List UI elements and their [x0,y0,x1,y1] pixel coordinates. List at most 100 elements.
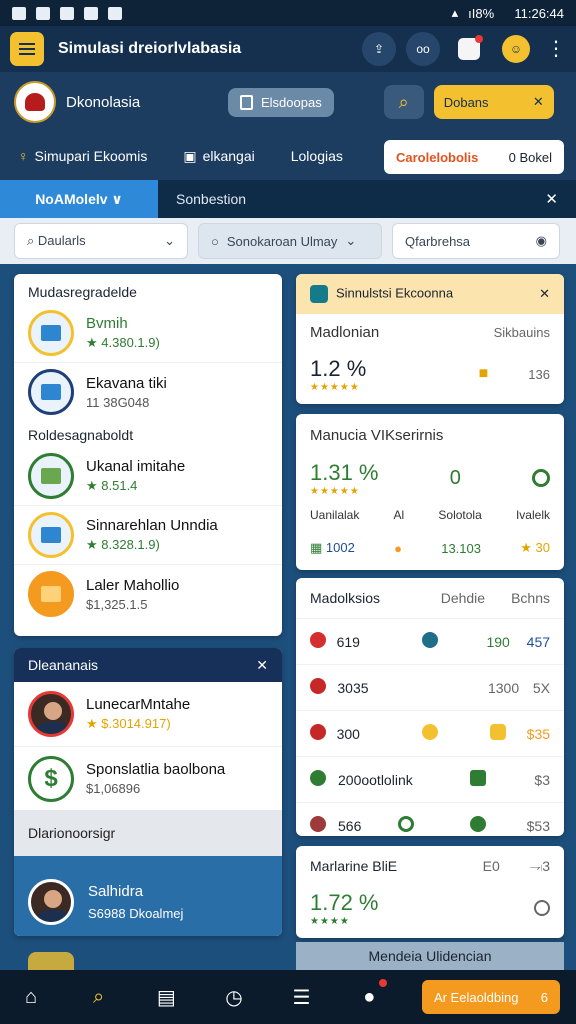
action-button[interactable]: Ar Eelaoldbing 6 [421,980,560,1014]
tab-active[interactable]: NoAMolelv ∨ [0,180,158,218]
emblem-logo [14,81,56,123]
nav-item-label: Lologias [290,148,343,164]
close-icon[interactable]: ✕ [539,286,550,302]
calendar-icon[interactable]: ▤ [151,982,181,1012]
share-button[interactable]: ⇪ [362,32,396,66]
simulation-card-title: Sinnulstsi Ekcoonna [336,285,454,301]
table-cell: 3035 [337,679,369,696]
list-item-sub: ★ $.3014.917) [86,716,171,731]
list-item-title: Laler Mahollio [86,576,180,594]
table-row[interactable]: 619 190 457 [296,618,564,664]
table-cell: 619 [336,633,360,650]
eye-icon [470,816,486,832]
left-dark-card: Dleananais ✕ LunecarMntahe ★ $.3014.917)… [14,648,282,936]
settings-notification-icon [108,6,122,20]
filter-dropdown-1[interactable]: ⌕ Daularls ⌄ [14,223,188,259]
chevron-down-icon: ⌄ [164,233,175,248]
partial-card-title: Mendeia Ulidencian [296,942,564,970]
options-button[interactable]: oo [406,32,440,66]
nav-item-label: Simupari Ekoomis [34,148,148,164]
search-button[interactable]: ⌕ [383,85,424,119]
image-notification-icon [36,6,50,20]
table-row[interactable]: 566 $53 [296,802,564,836]
document-icon [28,310,74,356]
person-icon: ♀ [18,148,29,164]
document-button-label: Elsdoopas [261,94,322,110]
table-row[interactable]: 200ootlolink $3 [296,756,564,802]
list-item[interactable]: $ Sponslatlia baolbona $1,06896 [14,746,282,810]
home-icon[interactable]: ⌂ [16,982,46,1012]
list-item[interactable]: Laler Mahollio $1,325.1.5 [14,564,282,623]
search-chip-label: Dobans [443,94,489,110]
coin-icon: ● [394,540,402,556]
table-row[interactable]: 3035 1300 5X [296,664,564,710]
nav-card-right-label: 0 Bokel [508,149,552,165]
coin-icon [422,724,439,740]
list-item[interactable]: Ekavana tiki 11 38G048 [14,362,282,421]
table-cell: 200ootlolink [338,771,413,788]
simulation-card: Sinnulstsi Ekcoonna ✕ Madlonian Sikbauin… [296,274,564,404]
status-bar: ▴ ıI8% 11:26:44 [0,0,576,26]
list-item-sub: $1,325.1.5 [86,596,148,612]
nav-summary-card[interactable]: Carolelobolis 0 Bokel [384,140,564,174]
action-button-count: 6 [540,989,548,1005]
close-icon[interactable]: ✕ [256,657,268,674]
list-item[interactable]: Sinnarehlan Unndia ★ 8.328.1.9) [14,505,282,564]
app-title: Simulasi dreiorlvlabasia [58,40,242,57]
search-icon: ⌕ [398,91,409,112]
nav-item-keuangan[interactable]: ▣ elkangai [183,148,254,165]
tab-second[interactable]: Sonbestion [176,191,545,207]
notification-dot [379,979,388,987]
list-icon[interactable]: ☰ [287,982,317,1012]
filter-2-label: Sonokaroan Ulmay [226,233,338,249]
simulation-icon [310,285,328,303]
notification-button[interactable] [458,35,483,60]
table-cell: $53 [526,817,550,834]
list-item[interactable]: Bvmih ★ 4.380.1.9) [14,304,282,362]
app-notification-icon [12,6,26,20]
emoji-button[interactable]: ☺ [502,35,530,63]
avatar [28,691,74,737]
simulation-card-header: Sinnulstsi Ekcoonna ✕ [296,274,564,314]
notification-icon[interactable]: ● [354,979,388,1012]
search-chip[interactable]: Dobans ✕ [433,85,554,119]
nav-item-simulasi[interactable]: ♀ Simupari Ekoomis [18,148,147,164]
table-row[interactable]: 300 $35 [296,710,564,756]
circle-icon: ○ [211,233,219,249]
search-icon[interactable]: ⌕ [84,982,114,1012]
list-item-title: Sponslatlia baolbona [86,761,226,778]
list-item-title: Sinnarehlan Unndia [86,517,218,534]
section-heading-1: Mudasregradelde [28,284,137,300]
info-icon[interactable] [534,900,550,916]
profile-row[interactable]: Salhidra S6988 Dkoalmej [14,856,282,936]
document-button[interactable]: Elsdoopas [228,87,334,117]
tab-close-icon[interactable]: ✕ [545,190,558,208]
notification-dot [475,35,483,43]
card2-value: 1002 [325,540,355,555]
table-cell: 5X [532,679,551,696]
nav-card-red-label: Carolelobolis [396,149,479,165]
section-heading-2: Roldesagnaboldt [28,427,134,443]
nav-item-logistik[interactable]: Lologias [291,148,343,164]
menu-button[interactable] [10,32,44,66]
brand-bar: Dkonolasia Elsdoopas ⌕ Dobans ✕ [0,72,576,132]
brand-name: Dkonolasia [66,93,141,111]
clock-icon [398,816,414,832]
more-menu-icon[interactable]: ⋮ [546,39,566,59]
table-header: Dehdie [440,590,486,606]
list-item-title: LunecarMntahe [86,696,191,713]
section-strip: Dlarionoorsigr [14,810,282,856]
close-icon[interactable]: ✕ [533,94,544,110]
target-icon [422,632,439,648]
gear-icon [310,632,326,648]
list-item[interactable]: Ukanal imitahe ★ 8.51.4 [14,447,282,505]
list-item[interactable]: LunecarMntahe ★ $.3014.917) [14,682,282,746]
card2-label: Uanilalak [310,508,360,522]
card2-percent: 1.31 % [310,459,379,485]
list-item-sub: ★ 8.51.4 [86,478,138,493]
timer-icon[interactable]: ◷ [219,982,249,1012]
location-filter[interactable]: Qfarbrehsa ◉ [392,223,560,259]
filter-dropdown-2[interactable]: ○ Sonokaroan Ulmay ⌄ [198,223,382,259]
card4-stars: ★★★★ [310,915,350,927]
table-cell: 300 [336,725,360,742]
